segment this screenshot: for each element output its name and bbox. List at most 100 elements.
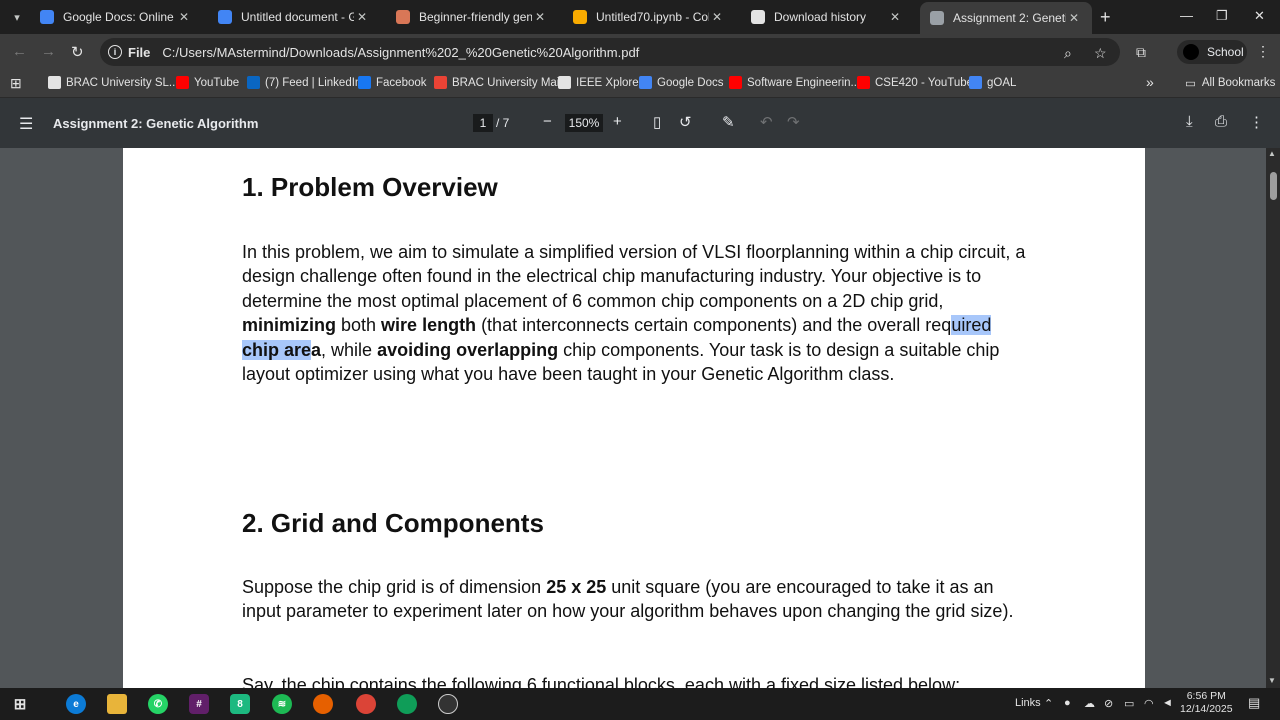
bookmark-favicon-icon: [176, 76, 189, 89]
slack-icon[interactable]: #: [189, 694, 209, 714]
profile-button[interactable]: School: [1177, 40, 1247, 64]
zoom-input[interactable]: 150%: [565, 114, 603, 132]
bookmark-favicon-icon: [247, 76, 260, 89]
bookmark-item[interactable]: YouTube: [176, 76, 239, 89]
site-info-icon[interactable]: i: [108, 45, 122, 59]
whatsapp-icon[interactable]: ✆: [148, 694, 168, 714]
scroll-thumb[interactable]: [1270, 172, 1277, 200]
browser-toolbar: ← → ↻ i File C:/Users/MAstermind/Downloa…: [0, 34, 1280, 70]
notification-icon[interactable]: ▤: [1248, 695, 1260, 711]
bookmark-item[interactable]: Google Docs: [639, 76, 723, 89]
viewer-scrollbar[interactable]: ▲ ▼: [1266, 148, 1280, 688]
paragraph-grid: Suppose the chip grid is of dimension 25…: [242, 575, 1032, 624]
close-tab-icon[interactable]: ✕: [354, 10, 370, 24]
fit-page-icon[interactable]: ▯: [653, 113, 661, 131]
bookmark-favicon-icon: [969, 76, 982, 89]
redo-icon[interactable]: ↷: [787, 113, 800, 131]
bookmark-favicon-icon: [358, 76, 371, 89]
pdf-viewer[interactable]: 1. Problem Overview In this problem, we …: [0, 148, 1266, 688]
chrome-icon[interactable]: [397, 694, 417, 714]
clock[interactable]: 6:56 PM 12/14/2025: [1180, 690, 1233, 716]
close-tab-icon[interactable]: ✕: [532, 10, 548, 24]
bold-text: minimizing: [242, 315, 336, 336]
bold-text: a: [311, 339, 322, 360]
annotate-icon[interactable]: ✎: [722, 113, 735, 131]
windows-start-icon[interactable]: ⊞: [10, 694, 30, 714]
address-url[interactable]: C:/Users/MAstermind/Downloads/Assignment…: [162, 45, 639, 60]
pdf-more-icon[interactable]: ⋮: [1249, 113, 1264, 131]
text-run: In this problem, we aim to simulate a si…: [242, 242, 1026, 311]
close-tab-icon[interactable]: ✕: [887, 10, 903, 24]
pdf-toolbar: ☰ Assignment 2: Genetic Algorithm 1 / 7 …: [0, 98, 1280, 148]
bookmark-label: Google Docs: [657, 76, 724, 89]
close-tab-icon[interactable]: ✕: [1066, 11, 1082, 25]
tab-search-icon[interactable]: ▾: [6, 6, 28, 28]
chrome-icon[interactable]: [356, 694, 376, 714]
close-tab-icon[interactable]: ✕: [176, 10, 192, 24]
close-window-icon[interactable]: ✕: [1254, 8, 1265, 24]
tray-links-label[interactable]: Links: [1015, 697, 1041, 709]
back-icon[interactable]: ←: [12, 43, 27, 60]
microphone-icon[interactable]: ●: [1064, 697, 1071, 709]
scroll-up-icon[interactable]: ▲: [1268, 149, 1276, 158]
tab-strip: ▾ Google Docs: Online Docu✕Untitled docu…: [0, 0, 1280, 34]
volume-icon[interactable]: ◄: [1162, 697, 1173, 709]
browser-tab[interactable]: Download history ✕: [741, 4, 913, 30]
bookmark-item[interactable]: Facebook: [358, 76, 427, 89]
onedrive-icon[interactable]: ☁: [1084, 697, 1095, 710]
browser-tab[interactable]: Untitled70.ipynb - Colab✕: [563, 4, 735, 30]
firefox-icon[interactable]: [313, 694, 333, 714]
bookmark-item[interactable]: BRAC University Mail: [434, 76, 562, 89]
file-explorer-icon[interactable]: [107, 694, 127, 714]
edge-icon[interactable]: e: [66, 694, 86, 714]
forward-icon[interactable]: →: [41, 43, 56, 60]
page-number-input[interactable]: 1: [473, 114, 493, 132]
zoom-out-icon[interactable]: −: [543, 113, 552, 130]
bookmark-item[interactable]: BRAC University SL...: [48, 76, 178, 89]
undo-icon[interactable]: ↶: [760, 113, 773, 131]
wifi-icon[interactable]: ◠: [1144, 697, 1154, 710]
browser-menu-icon[interactable]: ⋮: [1256, 43, 1270, 60]
bookmark-item[interactable]: IEEE Xplore: [558, 76, 639, 89]
bookmarks-more[interactable]: »: [1146, 74, 1154, 90]
obs-icon[interactable]: [438, 694, 458, 714]
all-bookmarks[interactable]: ▭ All Bookmarks: [1185, 76, 1275, 90]
browser-tab[interactable]: Beginner-friendly genetic a✕: [386, 4, 558, 30]
globe-icon: [930, 11, 944, 25]
bookmark-item[interactable]: (7) Feed | LinkedIn: [247, 76, 361, 89]
rotate-icon[interactable]: ↺: [679, 113, 692, 131]
spotify-icon[interactable]: ≋: [272, 694, 292, 714]
bookmark-item[interactable]: gOAL: [969, 76, 1016, 89]
bookmark-item[interactable]: Software Engineerin...: [729, 76, 860, 89]
profile-label: School: [1207, 45, 1244, 59]
browser-tab[interactable]: Google Docs: Online Docu✕: [30, 4, 202, 30]
maximize-icon[interactable]: ❐: [1216, 8, 1228, 24]
bookmark-label: Software Engineerin...: [747, 76, 861, 89]
browser-tab[interactable]: Assignment 2: Genetic Alg✕: [920, 2, 1092, 34]
network-off-icon[interactable]: ⊘: [1104, 697, 1113, 710]
address-bar[interactable]: i File C:/Users/MAstermind/Downloads/Ass…: [100, 38, 1120, 66]
bookmark-favicon-icon: [729, 76, 742, 89]
download-icon[interactable]: ⤓: [1186, 113, 1193, 130]
browser-tab[interactable]: Untitled document - Goog✕: [208, 4, 380, 30]
apps-grid-icon[interactable]: ⊞: [10, 75, 22, 92]
new-tab-icon[interactable]: +: [1100, 7, 1111, 28]
app-icon[interactable]: 8: [230, 694, 250, 714]
print-icon[interactable]: ⎙: [1215, 113, 1227, 130]
zoom-icon[interactable]: ⌕: [1064, 45, 1072, 62]
close-tab-icon[interactable]: ✕: [709, 10, 725, 24]
bookmark-item[interactable]: CSE420 - YouTube: [857, 76, 973, 89]
reload-icon[interactable]: ↻: [71, 43, 84, 61]
zoom-in-icon[interactable]: +: [613, 113, 622, 130]
bookmarks-bar: ⊞ BRAC University SL... YouTube (7) Feed |…: [0, 70, 1280, 98]
tab-title: Download history: [774, 10, 867, 24]
extensions-icon[interactable]: ⧉: [1136, 44, 1146, 61]
minimize-icon[interactable]: —: [1180, 8, 1193, 23]
pdf-menu-icon[interactable]: ☰: [19, 114, 33, 134]
tray-chevron-icon[interactable]: ⌃: [1044, 697, 1053, 710]
selected-text: uired: [951, 315, 992, 336]
battery-icon[interactable]: ▭: [1124, 697, 1134, 710]
bookmark-star-icon[interactable]: ☆: [1094, 45, 1107, 62]
bookmark-label: Facebook: [376, 76, 427, 89]
scroll-down-icon[interactable]: ▼: [1268, 676, 1276, 685]
